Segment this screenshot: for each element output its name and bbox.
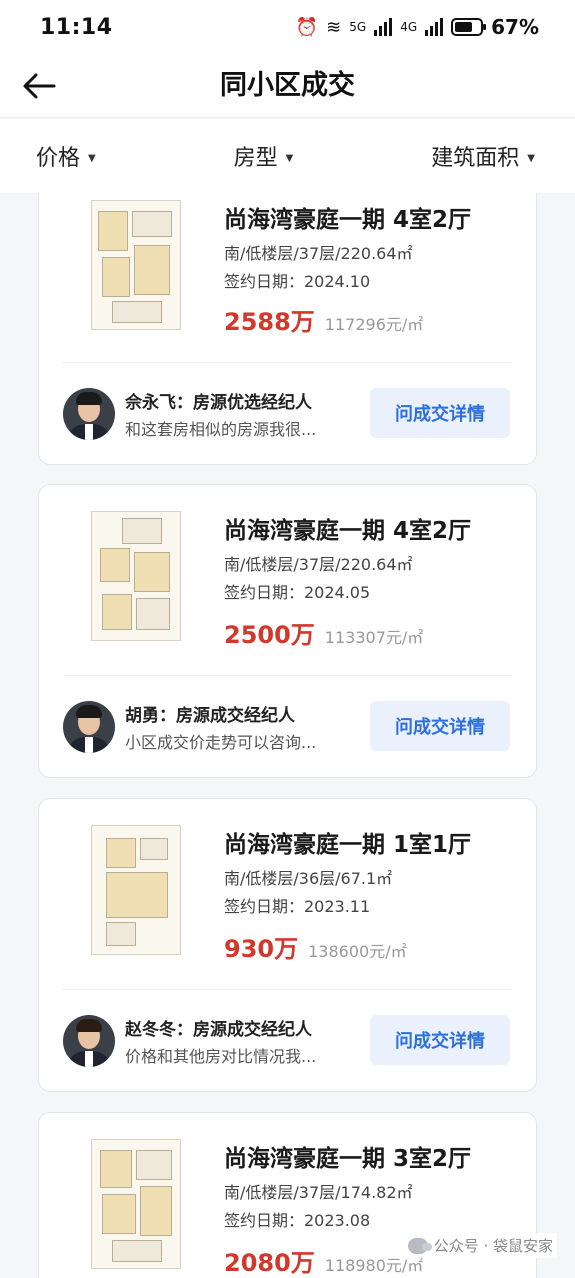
divider (63, 989, 512, 990)
filter-label: 建筑面积 (431, 146, 520, 171)
agent-name: 赵冬冬：房源成交经纪人 (125, 1020, 312, 1040)
network-5g-label: 5G (349, 20, 367, 34)
listing-meta: 南/低楼层/36层/67.1㎡ (224, 869, 393, 888)
listing-meta: 南/低楼层/37层/220.64㎡ (224, 244, 413, 263)
agent-name: 佘永飞：房源优选经纪人 (125, 393, 312, 413)
listing-price: 930万 138600元/㎡ (224, 929, 407, 964)
deal-list: 尚海湾豪庭一期 4室2厅 南/低楼层/37层/220.64㎡ 签约日期：2024… (0, 193, 575, 1278)
listing-meta: 南/低楼层/37层/174.82㎡ (224, 1183, 413, 1202)
page-title: 同小区成交 (220, 70, 355, 101)
floor-plan-image (91, 511, 181, 641)
listing-title: 尚海湾豪庭一期 4室2厅 (224, 207, 472, 233)
chevron-down-icon: ▼ (527, 152, 535, 164)
deal-card[interactable]: 尚海湾豪庭一期 1室1厅 南/低楼层/36层/67.1㎡ 签约日期：2023.1… (38, 798, 537, 1092)
status-time: 11:14 (40, 14, 113, 40)
status-bar: 11:14 ⏰ ≋ 5G 4G 67% (0, 0, 575, 54)
battery-percent: 67% (491, 15, 539, 39)
wechat-icon (407, 1237, 432, 1254)
agent-description: 价格和其他房对比情况我... (125, 1047, 317, 1066)
agent-name: 胡勇：房源成交经纪人 (125, 706, 295, 726)
network-4g-label: 4G (400, 20, 418, 34)
signal-icon (425, 18, 444, 36)
total-price: 2080万 (224, 1249, 315, 1277)
filter-bar: 价格 ▼ 房型 ▼ 建筑面积 ▼ (0, 119, 575, 193)
status-icons: ⏰ ≋ 5G 4G 67% (296, 15, 539, 39)
watermark-text: 公众号 · 袋鼠安家 (433, 1237, 553, 1255)
listing-price: 2588万 117296元/㎡ (224, 302, 423, 337)
signal-icon (374, 18, 393, 36)
ask-deal-details-button[interactable]: 问成交详情 (370, 388, 510, 438)
deal-card[interactable]: 尚海湾豪庭一期 4室2厅 南/低楼层/37层/220.64㎡ 签约日期：2024… (38, 193, 537, 465)
listing-title: 尚海湾豪庭一期 3室2厅 (224, 1146, 472, 1172)
chevron-down-icon: ▼ (88, 152, 96, 164)
unit-price: 117296元/㎡ (324, 315, 424, 334)
agent-description: 和这套房相似的房源我很... (125, 420, 317, 439)
filter-price[interactable]: 价格 ▼ (36, 140, 96, 172)
alarm-icon: ⏰ (295, 16, 319, 38)
ask-deal-details-button[interactable]: 问成交详情 (370, 1015, 510, 1065)
agent-avatar[interactable] (63, 388, 115, 440)
listing-sign-date: 签约日期：2023.08 (224, 1211, 371, 1230)
listing-price: 2500万 113307元/㎡ (224, 615, 423, 650)
listing-title: 尚海湾豪庭一期 4室2厅 (224, 518, 472, 544)
ask-deal-details-button[interactable]: 问成交详情 (370, 701, 510, 751)
floor-plan-image (91, 825, 181, 955)
chevron-down-icon: ▼ (285, 152, 294, 164)
floor-plan-image (91, 200, 181, 330)
filter-area[interactable]: 建筑面积 ▼ (431, 140, 535, 172)
agent-avatar[interactable] (63, 701, 115, 753)
listing-meta: 南/低楼层/37层/220.64㎡ (224, 555, 413, 574)
listing-sign-date: 签约日期：2024.05 (224, 583, 371, 602)
filter-label: 价格 (36, 146, 81, 171)
filter-label: 房型 (233, 146, 278, 171)
listing-title: 尚海湾豪庭一期 1室1厅 (224, 832, 472, 858)
total-price: 2588万 (224, 308, 315, 336)
agent-description: 小区成交价走势可以咨询... (125, 733, 317, 752)
total-price: 930万 (224, 935, 299, 963)
filter-layout[interactable]: 房型 ▼ (234, 140, 294, 172)
listing-price: 2080万 118980元/㎡ (224, 1243, 423, 1278)
listing-sign-date: 签约日期：2024.10 (224, 272, 371, 291)
deal-card[interactable]: 尚海湾豪庭一期 4室2厅 南/低楼层/37层/220.64㎡ 签约日期：2024… (38, 484, 537, 778)
agent-avatar[interactable] (63, 1015, 115, 1067)
battery-icon (451, 18, 487, 36)
unit-price: 113307元/㎡ (324, 628, 424, 647)
wifi-icon: ≋ (326, 16, 342, 38)
floor-plan-image (91, 1139, 181, 1269)
watermark: 公众号 · 袋鼠安家 (403, 1233, 557, 1258)
divider (63, 675, 512, 676)
unit-price: 138600元/㎡ (308, 942, 407, 961)
total-price: 2500万 (224, 621, 315, 649)
nav-header: 同小区成交 (0, 54, 575, 118)
divider (63, 362, 512, 363)
listing-sign-date: 签约日期：2023.11 (224, 897, 371, 916)
